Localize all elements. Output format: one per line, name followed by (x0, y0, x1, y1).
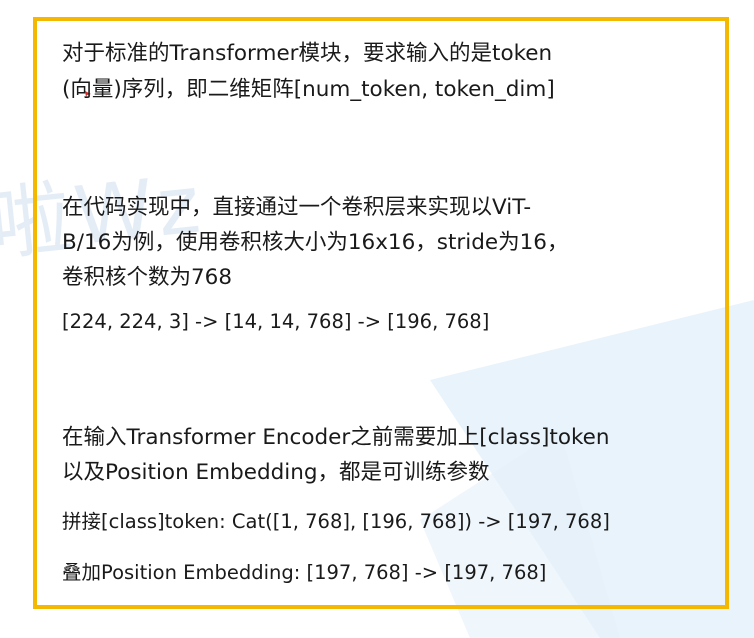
vit-line-2: B/16为例，使用卷积核大小为16x16，stride为16， (62, 230, 569, 255)
vit-line-3: 卷积核个数为768 (62, 265, 233, 290)
encoder-line-1: 在输入Transformer Encoder之前需要加上[class]token (62, 425, 610, 450)
intro-line-2: (向量)序列，即二维矩阵[num_token, token_dim] (62, 77, 555, 102)
shape-flow-line: [224, 224, 3] -> [14, 14, 768] -> [196, … (62, 310, 490, 333)
encoder-line-2: 以及Position Embedding，都是可训练参数 (62, 460, 490, 485)
concat-line: 拼接[class]token: Cat([1, 768], [196, 768]… (62, 510, 610, 533)
add-line: 叠加Position Embedding: [197, 768] -> [197… (62, 561, 547, 584)
intro-line-1: 对于标准的Transformer模块，要求输入的是token (62, 41, 553, 66)
slide: 啦Wz 对于标准的Transformer模块，要求输入的是token (向量)序… (0, 0, 754, 638)
vit-line-1: 在代码实现中，直接通过一个卷积层来实现以ViT- (62, 195, 532, 220)
